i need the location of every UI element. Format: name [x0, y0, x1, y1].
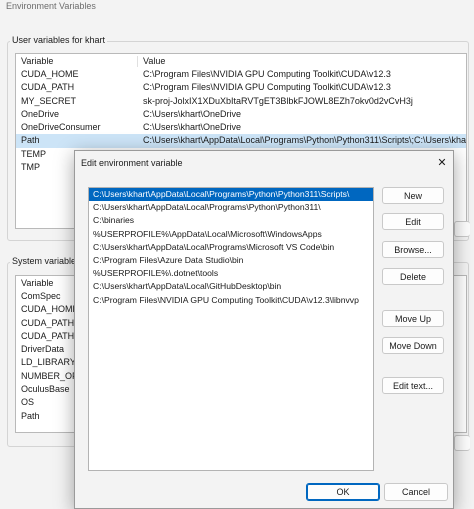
list-item[interactable]: C:\Program Files\Azure Data Studio\bin: [89, 254, 373, 267]
user-variables-group-label: User variables for khart: [10, 35, 108, 45]
new-button[interactable]: New: [382, 187, 444, 204]
variable-name: OneDrive: [21, 108, 60, 119]
variable-name: MY_SECRET: [21, 95, 77, 106]
ok-button[interactable]: OK: [306, 483, 380, 501]
system-variables-group-label: System variables: [10, 256, 83, 266]
system-variable-delete-button[interactable]: [454, 435, 470, 451]
close-button[interactable]: ✕: [433, 153, 451, 171]
window-title: Environment Variables: [6, 1, 96, 11]
variable-name: Path: [21, 410, 40, 421]
list-item[interactable]: %USERPROFILE%\.dotnet\tools: [89, 267, 373, 280]
variable-value: C:\Program Files\NVIDIA GPU Computing To…: [143, 69, 391, 79]
dialog-title: Edit environment variable: [81, 158, 183, 168]
variable-name: ComSpec: [21, 291, 61, 301]
variable-name: DriverData: [21, 344, 65, 355]
move-down-button[interactable]: Move Down: [382, 337, 444, 354]
list-item[interactable]: C:\Users\khart\AppData\Local\Programs\Py…: [89, 201, 373, 214]
variable-name: CUDA_PATH: [21, 82, 75, 93]
table-row[interactable]: MY_SECRET sk-proj-JolxIX1XDuXbItaRVTgET3B…: [16, 95, 466, 108]
close-icon: ✕: [437, 156, 447, 169]
variable-value: C:\Users\khart\OneDrive: [143, 108, 242, 119]
table-row[interactable]: OneDrive C:\Users\khart\OneDrive: [16, 108, 466, 121]
variable-name: OS: [21, 397, 35, 408]
variable-name: CUDA_HOME: [21, 69, 79, 79]
edit-button[interactable]: Edit: [382, 213, 444, 230]
table-row[interactable]: Path C:\Users\khart\AppData\Local\Program…: [16, 134, 467, 148]
list-item[interactable]: %USERPROFILE%\AppData\Local\Microsoft\Wi…: [89, 228, 373, 241]
variable-value: C:\Users\khart\OneDrive: [143, 122, 242, 133]
variable-name: OneDriveConsumer: [21, 122, 101, 133]
path-entries-list[interactable]: C:\Users\khart\AppData\Local\Programs\Py…: [88, 187, 374, 471]
variable-name: TEMP: [21, 148, 47, 159]
variable-name: CUDA_PATH: [21, 317, 75, 328]
user-variables-header: Variable Value: [16, 54, 466, 68]
list-item[interactable]: C:\Users\khart\AppData\Local\Programs\Mi…: [89, 241, 373, 254]
column-header-value[interactable]: Value: [143, 56, 165, 66]
variable-name: OculusBase: [21, 384, 70, 395]
table-row[interactable]: OneDriveConsumer C:\Users\khart\OneDrive: [16, 121, 466, 134]
variable-value: C:\Program Files\NVIDIA GPU Computing To…: [143, 82, 391, 93]
variable-value: sk-proj-JolxIX1XDuXbItaRVTgET3BlbkFJOWL8…: [143, 95, 413, 106]
table-row[interactable]: CUDA_PATH C:\Program Files\NVIDIA GPU Com…: [16, 81, 466, 94]
edit-environment-variable-dialog: Edit environment variable ✕ C:\Users\kha…: [74, 150, 454, 509]
list-item[interactable]: C:\Users\khart\AppData\Local\GitHubDeskt…: [89, 280, 373, 293]
column-header-variable[interactable]: Variable: [21, 56, 53, 66]
variable-name: Path: [21, 135, 40, 146]
cancel-button[interactable]: Cancel: [384, 483, 448, 501]
variable-name: CUDA_HOME: [21, 304, 79, 315]
user-variable-delete-button[interactable]: [454, 221, 470, 237]
edit-text-button[interactable]: Edit text...: [382, 377, 444, 394]
list-item[interactable]: C:\binaries: [89, 214, 373, 227]
variable-value: C:\Users\khart\AppData\Local\Programs\Py…: [143, 135, 467, 146]
variable-name: TMP: [21, 162, 40, 173]
delete-button[interactable]: Delete: [382, 268, 444, 285]
browse-button[interactable]: Browse...: [382, 241, 444, 258]
table-row[interactable]: CUDA_HOME C:\Program Files\NVIDIA GPU Com…: [16, 68, 466, 81]
column-header-variable[interactable]: Variable: [21, 278, 53, 288]
list-item[interactable]: C:\Users\khart\AppData\Local\Programs\Py…: [89, 188, 373, 202]
move-up-button[interactable]: Move Up: [382, 310, 444, 327]
list-item[interactable]: C:\Program Files\NVIDIA GPU Computing To…: [89, 294, 373, 307]
